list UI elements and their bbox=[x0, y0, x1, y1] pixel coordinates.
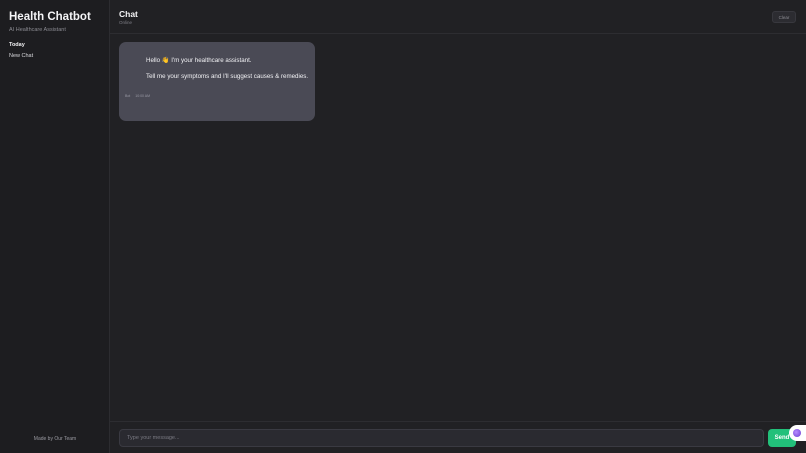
chat-header: Chat Online Clear bbox=[110, 0, 806, 34]
sidebar: Health Chatbot AI Healthcare Assistant T… bbox=[0, 0, 110, 453]
assistant-orb-icon bbox=[793, 429, 801, 437]
bot-message-bubble: Hello 👋 I'm your healthcare assistant. T… bbox=[119, 42, 315, 121]
message-input[interactable] bbox=[119, 429, 764, 447]
sidebar-item-new-chat[interactable]: New Chat bbox=[9, 53, 33, 59]
sidebar-footer: Made by Our Team bbox=[33, 436, 77, 442]
composer: Send bbox=[110, 421, 806, 453]
message-list: Hello 👋 I'm your healthcare assistant. T… bbox=[110, 35, 806, 421]
message-sender: Bot bbox=[125, 94, 131, 98]
clear-button[interactable]: Clear bbox=[772, 11, 796, 23]
app-title: Health Chatbot bbox=[9, 11, 91, 23]
page-title: Chat bbox=[119, 9, 138, 19]
assistant-widget-button[interactable] bbox=[789, 425, 806, 441]
message-meta: Bot 10:00 AM bbox=[125, 94, 154, 98]
status-text: Online bbox=[119, 20, 133, 25]
app-subtitle: AI Healthcare Assistant bbox=[9, 27, 66, 33]
message-text: Hello 👋 I'm your healthcare assistant. bbox=[146, 57, 252, 64]
message-time: 10:00 AM bbox=[135, 94, 151, 98]
history-section-label: Today bbox=[9, 42, 25, 48]
message-text: Tell me your symptoms and I'll suggest c… bbox=[146, 73, 309, 80]
